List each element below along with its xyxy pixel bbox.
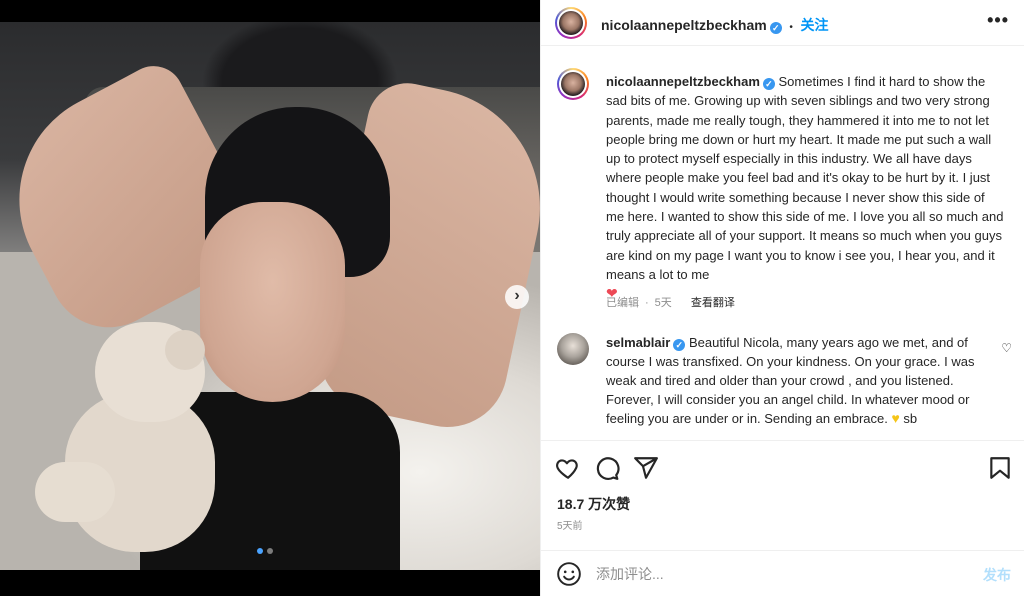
share-paper-plane-icon[interactable] [633, 455, 659, 481]
comment-text-block: selmablair ✓ Beautiful Nicola, many years… [606, 333, 991, 428]
post-photo [0, 22, 540, 570]
like-count[interactable]: 18.7 万次赞 [557, 494, 630, 514]
header-separator: • [789, 22, 793, 33]
commenter-username[interactable]: selmablair [606, 335, 670, 350]
header-user: nicolaannepeltzbeckham ✓ • 关注 [601, 15, 828, 35]
author-avatar[interactable] [555, 7, 587, 39]
comment-signature: sb [903, 411, 918, 426]
like-heart-icon[interactable] [555, 455, 581, 481]
action-bar [541, 440, 1024, 490]
post-media: › [0, 0, 540, 596]
caption-meta: 已编辑 · 5天 查看翻译 [606, 294, 741, 310]
caption-username[interactable]: nicolaannepeltzbeckham [606, 74, 760, 89]
edited-label: 已编辑 [606, 297, 639, 309]
caption-avatar[interactable] [557, 68, 589, 100]
follow-button[interactable]: 关注 [800, 17, 828, 33]
yellow-heart-emoji: ♥ [891, 410, 900, 426]
header-username[interactable]: nicolaannepeltzbeckham [601, 17, 767, 33]
post-side-panel: nicolaannepeltzbeckham ✓ • 关注 ••• nicolaa… [540, 0, 1024, 596]
more-options-icon[interactable]: ••• [987, 11, 1009, 29]
see-translation-link[interactable]: 查看翻译 [691, 297, 735, 309]
caption-verified-badge-icon: ✓ [762, 78, 775, 90]
smiley-icon[interactable] [556, 561, 582, 587]
commenter-avatar[interactable] [557, 333, 589, 365]
verified-badge-icon: ✓ [769, 22, 782, 34]
comment-like-heart-icon[interactable]: ♡ [1001, 341, 1012, 355]
comment-input[interactable] [596, 563, 956, 585]
commenter-verified-badge-icon: ✓ [673, 339, 686, 351]
post-header: nicolaannepeltzbeckham ✓ • 关注 ••• [541, 0, 1024, 46]
meta-separator: · [645, 297, 649, 309]
comment-bubble-icon[interactable] [594, 455, 620, 481]
caption-age[interactable]: 5天 [655, 297, 672, 309]
carousel-dot-1 [257, 548, 263, 554]
photo-teddy-bear [35, 322, 235, 552]
carousel-indicator [257, 548, 273, 554]
save-bookmark-icon[interactable] [987, 455, 1013, 481]
post-time[interactable]: 5天前 [557, 517, 583, 532]
post-comment-button[interactable]: 发布 [983, 565, 1011, 585]
caption-text: Sometimes I find it hard to show the sad… [606, 74, 1004, 282]
carousel-dot-2 [267, 548, 273, 554]
carousel-next-button[interactable]: › [505, 285, 529, 309]
caption-text-block: nicolaannepeltzbeckham ✓ Sometimes I find… [606, 72, 1006, 304]
comment-composer: 发布 [541, 550, 1024, 596]
